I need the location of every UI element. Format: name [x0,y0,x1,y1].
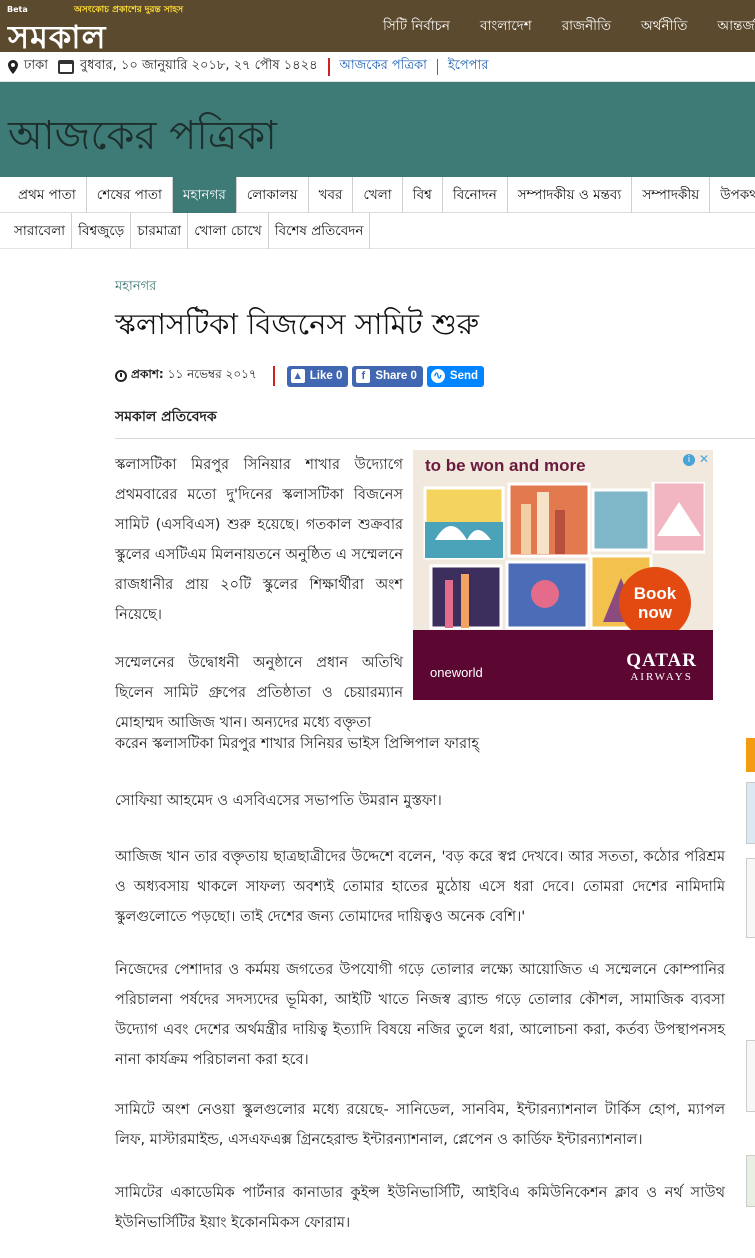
facebook-icon: f [356,369,371,383]
side-thumbnail[interactable] [746,782,755,844]
advertisement[interactable]: to be won and more i ✕ Book now oneworld… [413,450,713,700]
top-nav-item-politics[interactable]: রাজনীতি [562,15,611,38]
top-nav-item-international[interactable]: আন্তর্জাতি [717,15,755,38]
divider [327,57,330,76]
qatar-airways-logo: QATAR AIRWAYS [626,650,697,686]
section-nav-primary: প্রথম পাতা শেষের পাতা মহানগর লোকালয় খবর… [0,177,755,213]
divider [436,58,438,75]
send-label: Send [449,370,479,382]
top-nav-item-bangladesh[interactable]: বাংলাদেশ [480,15,532,38]
top-nav-item-city-election[interactable]: সিটি নির্বাচন [383,15,450,38]
side-thumbnail[interactable] [746,1155,755,1207]
tab-last-page[interactable]: শেষের পাতা [87,177,173,213]
ad-headline: to be won and more [425,456,586,475]
tab-editorial-opinion[interactable]: সম্পাদকীয় ও মন্তব্য [508,177,633,213]
tab-metro[interactable]: মহানগর [172,177,237,213]
tab-news[interactable]: খবর [309,177,354,213]
banner-title: আজকের পত্রিকা [8,113,277,159]
published-date: ১১ নভেম্বর ২০১৭ [167,367,257,381]
tab-sports[interactable]: খেলা [353,177,403,213]
article-category[interactable]: মহানগর [115,277,156,298]
article-paragraph: করেন স্কলাসটিকা মিরপুর শাখার সিনিয়র ভাই… [115,736,479,752]
section-banner: আজকের পত্রিকা [0,82,755,177]
tab-special-report[interactable]: বিশেষ প্রতিবেদন [269,213,371,249]
like-label: Like 0 [309,370,343,382]
divider [272,366,275,386]
ad-info-icon[interactable]: i [683,454,695,466]
top-nav-item-economy[interactable]: অর্থনীতি [641,15,687,38]
qatar-text: QATAR [626,650,697,671]
oneworld-logo: oneworld [430,665,483,680]
tab-world[interactable]: বিশ্ব [403,177,443,213]
tab-editorial[interactable]: সম্পাদকীয় [632,177,711,213]
site-header: Beta অসংকোচ প্রকাশের দুরন্ত সাহস সমকাল স… [0,0,755,56]
thumbs-up-icon: ▲ [290,369,305,383]
side-widget-tab[interactable] [746,738,755,772]
clock-icon [115,370,127,382]
published-label: প্রকাশ: [131,367,164,381]
tab-charmatra[interactable]: চারমাত্রা [131,213,189,249]
side-thumbnail[interactable] [746,858,755,938]
article-paragraph: সামিটে অংশ নেওয়া স্কুলগুলোর মধ্যে রয়েছ… [115,1102,725,1148]
publish-row: প্রকাশ: ১১ নভেম্বর ২০১৭ ▲ Like 0 f Share… [115,364,488,388]
ad-close-icon[interactable]: ✕ [699,452,709,466]
logo[interactable]: Beta অসংকোচ প্রকাশের দুরন্ত সাহস সমকাল [0,0,215,56]
epaper-link[interactable]: ইপেপার [448,56,489,77]
share-label: Share 0 [375,370,417,382]
tab-first-page[interactable]: প্রথম পাতা [8,177,87,213]
article-paragraph: সামিটের একাডেমিক পার্টনার কানাডার কুইন্স… [115,1185,725,1231]
location-pin-icon [8,59,18,74]
tab-sarabela[interactable]: সারাবেলা [0,213,73,249]
tab-upakatha[interactable]: উপকথা [710,177,755,213]
top-nav: সিটি নির্বাচন বাংলাদেশ রাজনীতি অর্থনীতি … [383,0,755,52]
tab-open-eyes[interactable]: খোলা চোখে [188,213,269,249]
location-text: ঢাকা [24,58,48,73]
facebook-like-button[interactable]: ▲ Like 0 [286,365,349,387]
messenger-icon: ∿ [430,369,445,383]
date-text: বুধবার, ১০ জানুয়ারি ২০১৮, ২৭ পৌষ ১৪২৪ [80,58,318,73]
info-bar: ঢাকা বুধবার, ১০ জানুয়ারি ২০১৮, ২৭ পৌষ ১… [0,52,755,82]
book-now-button[interactable]: Book now [619,567,691,639]
facebook-share-button[interactable]: f Share 0 [352,365,423,387]
airways-text: AIRWAYS [630,671,693,683]
today-paper-link[interactable]: আজকের পত্রিকা [340,56,427,77]
article-paragraph: নিজেদের পেশাদার ও কর্মময় জগতের উপযোগী গ… [115,962,725,1068]
article-paragraph: স্কলাসটিকা মিরপুর সিনিয়ার শাখার উদ্যোগে… [115,457,403,623]
article-paragraph: আজিজ খান তার বক্তৃতায় ছাত্রছাত্রীদের উদ… [115,849,725,925]
article-paragraph: সম্মেলনের উদ্বোধনী অনুষ্ঠানে প্রধান অতিথ… [115,655,403,731]
tab-entertainment[interactable]: বিনোদন [443,177,508,213]
tab-localities[interactable]: লোকালয় [237,177,309,213]
divider [115,438,755,439]
messenger-send-button[interactable]: ∿ Send [426,365,485,387]
reporter-byline: সমকাল প্রতিবেদক [115,409,217,425]
calendar-icon [58,59,74,74]
article-headline: স্কলাসটিকা বিজনেস সামিট শুরু [115,307,480,341]
article-paragraph: সোফিয়া আহমেদ ও এসবিএসের সভাপতি উমরান মু… [115,793,442,809]
section-nav-secondary: সারাবেলা বিশ্বজুড়ে চারমাত্রা খোলা চোখে … [0,213,755,249]
ad-footer: oneworld QATAR AIRWAYS [413,630,713,700]
tab-worldwide[interactable]: বিশ্বজুড়ে [72,213,132,249]
side-thumbnail[interactable] [746,1040,755,1112]
